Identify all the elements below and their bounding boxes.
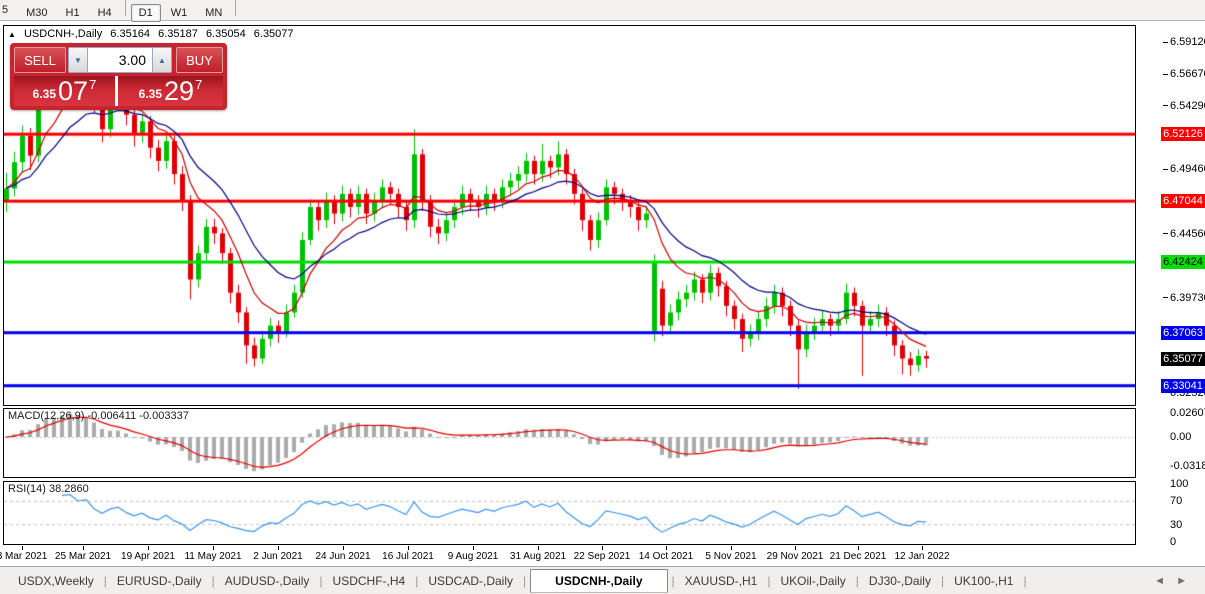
timeframe-h4[interactable]: H4 xyxy=(90,4,120,22)
tab-separator: | xyxy=(671,573,675,588)
time-tick xyxy=(666,546,667,550)
time-tick xyxy=(922,546,923,550)
price-badge-6.52126: 6.52126 xyxy=(1161,127,1205,142)
tab-separator: | xyxy=(319,573,323,588)
one-click-trade-panel: SELL ▼ 3.00 ▲ BUY 6.35 07 7 6.35 29 7 xyxy=(10,43,227,110)
collapse-arrow-icon[interactable]: ▲ xyxy=(8,30,16,39)
time-label: 12 Jan 2022 xyxy=(894,551,950,562)
symbol-tab-bar: USDX,Weekly | EURUSD-,Daily | AUDUSD-,Daily |… xyxy=(0,566,1205,594)
toolbar-divider xyxy=(124,0,126,16)
volume-input[interactable]: 3.00 xyxy=(88,47,152,73)
rsi-canvas[interactable] xyxy=(4,482,1135,544)
tab-usdcad-daily[interactable]: USDCAD-,Daily xyxy=(422,570,519,592)
rsi-value: 38.2860 xyxy=(48,483,89,495)
ohlc-low: 6.35054 xyxy=(205,28,246,40)
timeframe-mn[interactable]: MN xyxy=(197,4,230,22)
tab-uk100-h1[interactable]: UK100-,H1 xyxy=(948,570,1019,592)
time-tick xyxy=(22,546,23,550)
volume-increase-button[interactable]: ▲ xyxy=(152,47,172,73)
tabs-scroll-left-icon[interactable]: ◄ xyxy=(1154,575,1165,587)
price-badge-6.37063: 6.37063 xyxy=(1161,325,1205,340)
price-tick-6.54290: 6.54290 xyxy=(1137,100,1205,112)
timeframe-m5-partial[interactable]: 5 xyxy=(0,1,16,19)
volume-decrease-button[interactable]: ▼ xyxy=(68,47,88,73)
time-tick xyxy=(538,546,539,550)
timeframe-h1[interactable]: H1 xyxy=(58,4,88,22)
tab-usdcnh-daily[interactable]: USDCNH-,Daily xyxy=(530,568,668,593)
time-axis: 3 Mar 2021 25 Mar 2021 19 Apr 2021 11 May 2… xyxy=(0,545,1205,565)
timeframe-w1[interactable]: W1 xyxy=(163,4,196,22)
time-tick xyxy=(343,546,344,550)
ohlc-close: 6.35077 xyxy=(253,28,294,40)
price-tick-6.44560: 6.44560 xyxy=(1137,228,1205,240)
timeframe-buttons: M30 H1 H4 D1 W1 MN xyxy=(17,0,240,22)
timeframe-m30[interactable]: M30 xyxy=(18,4,55,22)
price-tick-6.56670: 6.56670 xyxy=(1137,68,1205,80)
toolbar-divider xyxy=(235,0,237,16)
macd-value-main: -0.006411 xyxy=(87,410,137,422)
timeframe-d1[interactable]: D1 xyxy=(130,3,161,22)
tab-dj30-daily[interactable]: DJ30-,Daily xyxy=(863,570,937,592)
tab-eurusd-daily[interactable]: EURUSD-,Daily xyxy=(111,570,208,592)
timeframe-toolbar: 5 M30 H1 H4 D1 W1 MN xyxy=(0,0,1205,22)
time-tick xyxy=(148,546,149,550)
time-tick xyxy=(473,546,474,550)
spin-up-icon: ▲ xyxy=(158,55,166,65)
time-tick xyxy=(408,546,409,550)
ohlc-open: 6.35164 xyxy=(110,28,151,40)
symbol-period-label: USDCNH-,Daily xyxy=(23,28,103,40)
tab-separator: | xyxy=(415,573,419,588)
macd-value-signal: -0.003337 xyxy=(139,410,189,422)
rsi-label: RSI(14) 38.2860 xyxy=(8,483,89,495)
time-tick xyxy=(213,546,214,550)
time-tick xyxy=(83,546,84,550)
price-badge-6.42424: 6.42424 xyxy=(1161,255,1205,270)
buy-price[interactable]: 6.35 29 7 xyxy=(118,76,223,106)
time-tick xyxy=(858,546,859,550)
macd-label: MACD(12,26,9) -0.006411 -0.003337 xyxy=(8,410,189,422)
rsi-axis-100: 100 xyxy=(1170,478,1189,490)
time-tick xyxy=(278,546,279,550)
time-tick xyxy=(731,546,732,550)
price-tick-6.49460: 6.49460 xyxy=(1137,163,1205,175)
tab-separator: | xyxy=(211,573,215,588)
tabs-scroll-right-icon[interactable]: ► xyxy=(1176,575,1187,587)
price-tick-6.59120: 6.59120 xyxy=(1137,36,1205,48)
time-tick xyxy=(795,546,796,550)
tab-separator: | xyxy=(767,573,771,588)
tab-separator: | xyxy=(1023,573,1027,588)
macd-axis-0.02607: 0.02607 xyxy=(1170,407,1205,419)
price-badge-6.47044: 6.47044 xyxy=(1161,194,1205,209)
tab-separator: | xyxy=(940,573,945,588)
spin-down-icon: ▼ xyxy=(74,55,82,65)
price-tick-6.39730: 6.39730 xyxy=(1137,292,1205,304)
price-badge-6.33041: 6.33041 xyxy=(1161,378,1205,393)
price-badge-6.35077: 6.35077 xyxy=(1161,351,1205,366)
tab-usdx-weekly[interactable]: USDX,Weekly xyxy=(12,570,100,592)
tab-separator: | xyxy=(103,573,107,588)
tab-separator: | xyxy=(855,573,859,588)
rsi-axis-70: 70 xyxy=(1170,495,1183,508)
tab-usdchf-h4[interactable]: USDCHF-,H4 xyxy=(327,570,412,592)
tab-items: USDX,Weekly | EURUSD-,Daily | AUDUSD-,Daily |… xyxy=(12,568,1031,593)
ohlc-high: 6.35187 xyxy=(158,28,198,40)
tab-xauusd-h1[interactable]: XAUUSD-,H1 xyxy=(679,570,764,592)
tab-ukoil-daily[interactable]: UKOil-,Daily xyxy=(774,570,851,592)
macd-axis--0.03187: -0.03187 xyxy=(1170,460,1205,473)
tab-audusd-daily[interactable]: AUDUSD-,Daily xyxy=(219,570,316,592)
sell-price[interactable]: 6.35 07 7 xyxy=(14,76,115,106)
macd-axis-0.00: 0.00 xyxy=(1170,431,1192,443)
price-axis: 6.591206.566706.542906.518406.494606.445… xyxy=(1137,22,1205,549)
rsi-axis-30: 30 xyxy=(1170,518,1183,531)
tab-separator: | xyxy=(523,573,527,588)
sell-button[interactable]: SELL xyxy=(14,47,66,73)
chart-header: ▲ USDCNH-,Daily 6.35164 6.35187 6.35054 … xyxy=(8,28,299,40)
buy-button[interactable]: BUY xyxy=(176,47,223,73)
time-tick xyxy=(602,546,603,550)
